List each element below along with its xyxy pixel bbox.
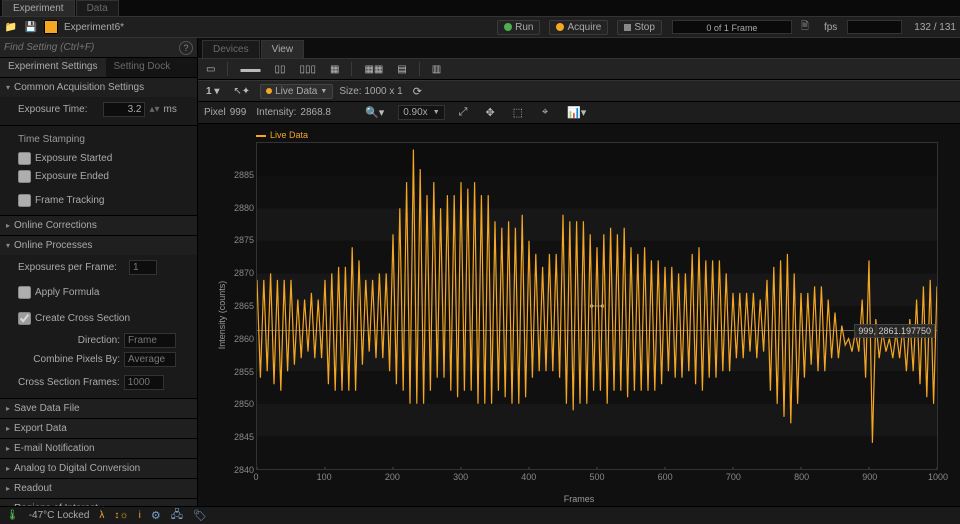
exposure-unit: ms — [164, 104, 177, 115]
fps-value: 132 / 131 — [914, 22, 956, 33]
info-icon[interactable]: i — [139, 510, 141, 521]
pixel-label: Pixel — [204, 107, 226, 118]
tab-view[interactable]: View — [261, 40, 305, 58]
exposure-time-label: Exposure Time: — [18, 104, 87, 115]
crop-icon[interactable]: ⬚ — [509, 105, 527, 121]
view-source-toolbar: 1 ▾ ↖✦ Live Data▼ Size: 1000 x 1 ⟳ — [198, 80, 960, 102]
tab-setting-dock[interactable]: Setting Dock — [106, 58, 179, 77]
save-icon[interactable]: 💾 — [24, 20, 38, 34]
apply-formula-checkbox — [18, 286, 31, 299]
group-roi[interactable]: ▸Regions of Interest — [0, 499, 197, 506]
frame-back-icon[interactable]: 1 ▾ — [202, 83, 223, 99]
tool-icon[interactable]: 🖧 — [171, 506, 183, 524]
exposures-per-frame-label: Exposures per Frame: — [18, 262, 117, 273]
crosshair-icon[interactable]: ⌖ — [537, 105, 553, 121]
lambda-plus-icon[interactable]: ↕☼ — [114, 510, 128, 521]
tab-data[interactable]: Data — [76, 0, 119, 16]
y-axis-title: Intensity (counts) — [217, 281, 227, 350]
layout-grid-icon[interactable]: ▦▦ — [360, 61, 387, 77]
histogram-icon[interactable]: 📊▾ — [563, 105, 590, 121]
layout-3-icon[interactable]: ▯▯▯ — [295, 61, 320, 77]
tag-icon[interactable]: 🏷 — [193, 509, 207, 522]
find-setting-input[interactable] — [4, 42, 179, 53]
crosshair-value: 999, 2861.197750 — [854, 324, 935, 338]
x-axis-title: Frames — [564, 494, 595, 504]
chevron-down-icon: ▾ — [6, 241, 10, 250]
zoom-select[interactable]: 0.90x▼ — [398, 105, 444, 120]
tab-experiment-settings[interactable]: Experiment Settings — [0, 58, 106, 77]
title-bar: 📁 💾 Experiment6* Run Acquire Stop 0 of 1… — [0, 16, 960, 38]
chevron-right-icon: ▸ — [6, 424, 10, 433]
legend-live-data: Live Data — [256, 130, 308, 140]
chevron-right-icon: ▸ — [6, 221, 10, 230]
group-online-corrections[interactable]: ▸Online Corrections — [0, 216, 197, 235]
help-icon[interactable]: ? — [179, 41, 193, 55]
plot-area[interactable]: Live Data Intensity (counts) Frames 2840… — [198, 124, 960, 506]
pixel-value: 999 — [230, 107, 247, 118]
layout-mixed-icon[interactable]: ▤ — [393, 61, 410, 77]
direction-select[interactable] — [124, 333, 176, 348]
layout-4-icon[interactable]: ▦ — [326, 61, 343, 77]
live-data-chip[interactable]: Live Data▼ — [260, 84, 333, 99]
chevron-right-icon: ▸ — [6, 444, 10, 453]
temperature-status: -47°C Locked — [29, 510, 90, 521]
layout-1-icon[interactable]: ▭ — [202, 61, 219, 77]
view-layout-toolbar: ▭ ▬▬ ▯▯ ▯▯▯ ▦ ▦▦ ▤ ▥ — [198, 58, 960, 80]
group-online-processes[interactable]: ▾Online Processes — [0, 236, 197, 255]
folder-icon[interactable]: 📁 — [4, 20, 18, 34]
group-common-acquisition[interactable]: ▾Common Acquisition Settings — [0, 78, 197, 97]
view-info-toolbar: Pixel 999 Intensity: 2868.8 🔍▾ 0.90x▼ ⤢ … — [198, 102, 960, 124]
timestamping-label: Time Stamping — [18, 134, 187, 145]
tab-experiment[interactable]: Experiment — [2, 0, 75, 16]
exposure-time-input[interactable] — [103, 102, 145, 117]
fps-label: fps — [824, 22, 837, 33]
magnifier-icon[interactable]: 🔍▾ — [361, 105, 388, 121]
refresh-icon[interactable]: ⟳ — [409, 83, 426, 99]
fps-box — [847, 20, 902, 34]
exposures-per-frame-input[interactable] — [129, 260, 157, 275]
run-button[interactable]: Run — [497, 20, 540, 35]
layout-2h-icon[interactable]: ▬▬ — [236, 61, 264, 77]
top-tab-strip: Experiment Data — [0, 0, 960, 16]
live-dot-icon — [266, 88, 272, 94]
intensity-value: 2868.8 — [300, 107, 331, 118]
cursor-icon[interactable]: ↖✦ — [229, 83, 254, 99]
layout-alt-icon[interactable]: ▥ — [428, 61, 445, 77]
stop-button[interactable]: Stop — [617, 20, 662, 35]
page-icon[interactable]: 🗎 — [798, 20, 812, 34]
settings-gear-icon[interactable]: ⚙ — [151, 509, 161, 522]
create-cross-section-checkbox — [18, 312, 31, 325]
layout-2v-icon[interactable]: ▯▯ — [270, 61, 289, 77]
fit-icon[interactable]: ⤢ — [455, 105, 472, 121]
lambda-icon[interactable]: λ — [99, 510, 104, 521]
acquire-button[interactable]: Acquire — [549, 20, 608, 35]
experiment-icon — [44, 20, 58, 34]
cross-section-frames-input[interactable] — [124, 375, 164, 390]
combine-select[interactable] — [124, 352, 176, 367]
pan-icon[interactable]: ✥ — [481, 105, 498, 121]
exposure-started-checkbox — [18, 152, 31, 165]
group-save-data-file[interactable]: ▸Save Data File — [0, 399, 197, 418]
spinner-icon[interactable]: ▴▾ — [149, 104, 159, 115]
intensity-label: Intensity: — [256, 107, 296, 118]
chevron-right-icon: ▸ — [6, 484, 10, 493]
chevron-down-icon: ▾ — [6, 83, 10, 92]
frame-indicator: 0 of 1 Frame — [672, 20, 792, 34]
chevron-right-icon: ▸ — [6, 404, 10, 413]
sidebar: ? Experiment Settings Setting Dock ▾Comm… — [0, 38, 198, 506]
group-adc[interactable]: ▸Analog to Digital Conversion — [0, 459, 197, 478]
content-tab-strip: Devices View — [198, 38, 960, 58]
group-export-data[interactable]: ▸Export Data — [0, 419, 197, 438]
experiment-title: Experiment6* — [64, 22, 124, 33]
frame-tracking-checkbox — [18, 194, 31, 207]
chevron-right-icon: ▸ — [6, 464, 10, 473]
group-readout[interactable]: ▸Readout — [0, 479, 197, 498]
thermometer-icon: 🌡 — [6, 510, 19, 521]
group-email-notification[interactable]: ▸E-mail Notification — [0, 439, 197, 458]
status-bar: 🌡 -47°C Locked λ ↕☼ i ⚙ 🖧 🏷 — [0, 506, 960, 524]
tab-devices[interactable]: Devices — [202, 40, 260, 58]
cross-section-frames-label: Cross Section Frames: — [18, 377, 120, 388]
exposure-ended-checkbox — [18, 170, 31, 183]
